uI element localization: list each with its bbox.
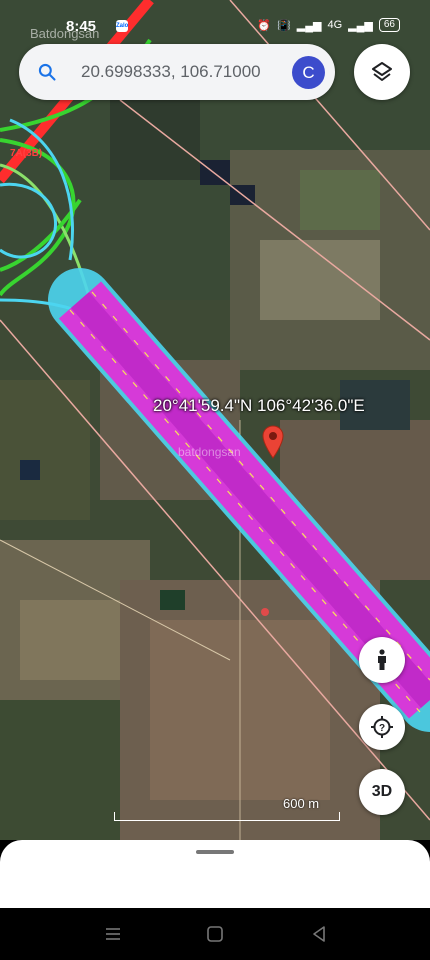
zalo-icon: Zalo	[116, 20, 128, 32]
signal-icon-2: ▂▄▆	[348, 19, 373, 32]
coordinate-label: 20°41'59.4"N 106°42'36.0"E	[153, 396, 365, 415]
search-input[interactable]: 20.6998333, 106.71000	[81, 62, 297, 82]
watermark: Batdongsan	[30, 26, 100, 41]
status-icons: ⏰ 📳 ▂▄▆ 4G ▂▄▆ 66	[257, 18, 400, 32]
search-bar[interactable]: 20.6998333, 106.71000 C	[19, 44, 335, 100]
red-pin-icon[interactable]	[262, 425, 284, 459]
network-type: 4G	[327, 19, 343, 31]
svg-text:?: ?	[379, 723, 385, 734]
search-icon[interactable]	[37, 62, 57, 82]
alarm-icon: ⏰	[257, 19, 272, 32]
scale-bar	[114, 812, 340, 821]
home-icon[interactable]	[206, 925, 224, 943]
scale-label: 600 m	[283, 796, 320, 811]
street-view-button[interactable]	[359, 637, 405, 683]
recents-icon[interactable]	[104, 925, 122, 943]
navigation-bar	[0, 908, 430, 960]
location-icon: ?	[371, 716, 393, 738]
threed-button[interactable]: 3D	[359, 769, 405, 815]
battery-indicator: 66	[378, 18, 400, 32]
layers-button[interactable]	[354, 44, 410, 100]
road-label: 7A(3B)	[10, 148, 42, 159]
bottom-sheet[interactable]	[0, 840, 430, 908]
sheet-handle[interactable]	[196, 850, 234, 854]
layers-icon	[372, 62, 392, 81]
location-button[interactable]: ?	[359, 704, 405, 750]
account-avatar[interactable]: C	[292, 56, 325, 89]
back-icon[interactable]	[310, 925, 328, 943]
pegman-icon	[378, 649, 386, 670]
watermark-mid: batdongsan	[178, 445, 241, 459]
signal-icon: ▂▄▆	[296, 19, 322, 32]
vibrate-icon: 📳	[277, 19, 291, 32]
